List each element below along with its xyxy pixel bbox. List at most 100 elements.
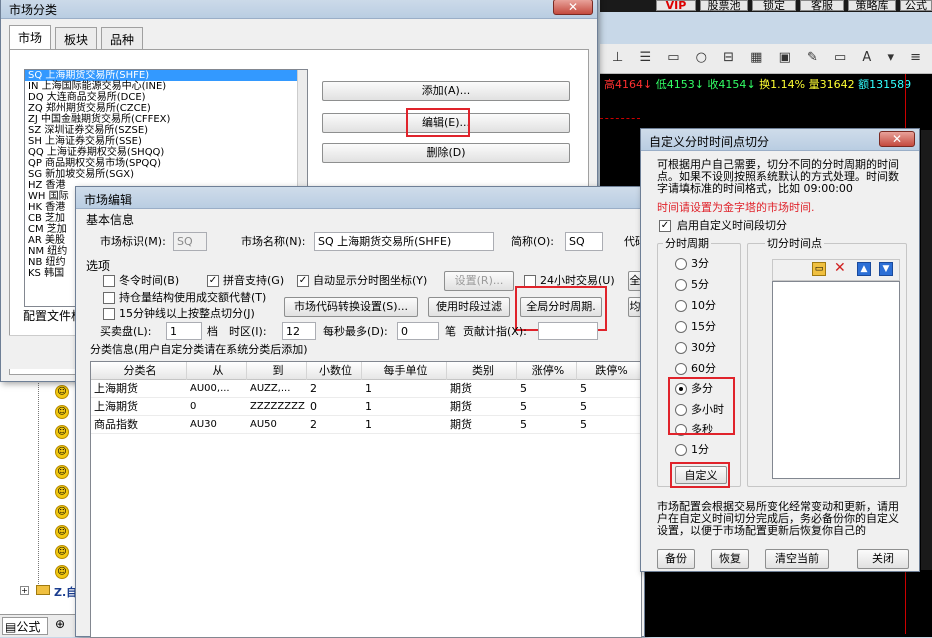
radio-10min-label: 10分: [691, 299, 716, 312]
abbr-field[interactable]: SQ: [565, 232, 603, 251]
cell: 5: [520, 418, 527, 431]
formula-tab[interactable]: ▤公式: [2, 617, 48, 635]
vip-button[interactable]: VIP: [656, 0, 696, 11]
period-group-title: 分时周期: [663, 237, 711, 250]
enable-checkbox[interactable]: ✓: [659, 220, 671, 232]
radio-1min[interactable]: [675, 444, 687, 456]
description: 可根据用户自己需要，切分不同的分时周期的时间点。如果不设则按照系统默认的方式处理…: [657, 158, 899, 195]
tab-market[interactable]: 市场: [9, 25, 52, 49]
list-item[interactable]: SZ 深圳证券交易所(SZSE): [25, 125, 307, 136]
summer-time-checkbox[interactable]: [103, 275, 115, 287]
buy-sell-label: 买卖盘(L):: [100, 325, 152, 338]
move-down-icon[interactable]: ▼: [879, 262, 893, 276]
tab-sector[interactable]: 板块: [55, 27, 98, 49]
close-icon[interactable]: ✕: [879, 131, 915, 147]
cell: 1: [365, 418, 372, 431]
list-item[interactable]: QQ 上海证券期权交易(SHQQ): [25, 147, 307, 158]
ticker-volume: 量31642: [808, 78, 855, 91]
category-table[interactable]: 分类名 从 到 小数位 每手单位 类别 涨停% 跌停% 上海期货 AU00,..…: [90, 361, 642, 638]
delete-icon[interactable]: ✕: [834, 261, 846, 275]
tz-field[interactable]: 12: [282, 322, 316, 340]
contrib-label: 贡献计指(X):: [463, 325, 527, 338]
ticker-close: 收4154: [707, 78, 747, 91]
cell: 5: [580, 400, 587, 413]
radio-10min[interactable]: [675, 300, 687, 312]
list-item[interactable]: IN 上海国际能源交易中心(INE): [25, 81, 307, 92]
list-item[interactable]: DQ 大连商品交易所(DCE): [25, 92, 307, 103]
clear-current-button[interactable]: 清空当前: [765, 549, 829, 569]
enable-label: 启用自定义时间段切分: [677, 219, 787, 232]
backup-button[interactable]: 备份: [657, 549, 695, 569]
close-icon[interactable]: ✕: [553, 0, 593, 15]
list-item[interactable]: SG 新加坡交易所(SGX): [25, 169, 307, 180]
edit-highlight: [406, 108, 470, 137]
cell: 0: [310, 400, 317, 413]
tree-item-label[interactable]: Z.自: [54, 584, 77, 600]
custom-split-title-text: 自定义分时时间点切分: [649, 135, 770, 149]
cell: 期货: [450, 382, 472, 395]
period-filter-button[interactable]: 使用时段过滤: [428, 297, 510, 317]
buy-sell-field[interactable]: 1: [166, 322, 202, 340]
smiley-icon: ☺: [55, 545, 69, 559]
stock-pool-button[interactable]: 股票池: [700, 0, 748, 11]
hold-volume-checkbox[interactable]: [103, 292, 115, 304]
contrib-field[interactable]: [538, 322, 598, 340]
settings-button[interactable]: 设置(R)...: [444, 271, 514, 291]
list-item[interactable]: QP 商品期权交易市场(SPQQ): [25, 158, 307, 169]
category-info-label: 分类信息(用户自定分类请在系统分类后添加): [90, 343, 308, 356]
close-button[interactable]: 关闭: [857, 549, 909, 569]
code-convert-button[interactable]: 市场代码转换设置(S)...: [284, 297, 418, 317]
ticker-high: 高4164: [604, 78, 643, 91]
list-item[interactable]: SH 上海证券交易所(SSE): [25, 136, 307, 147]
restore-button[interactable]: 恢复: [711, 549, 749, 569]
right-scrollbar[interactable]: [921, 130, 932, 570]
ticker-turnover: 换1.14%: [759, 78, 806, 91]
drawing-tools-icons[interactable]: ⊥ ☰ ▭ ○ ⊟ ▦ ▣ ✎ ▭ A ▾ ≡: [612, 50, 927, 65]
table-row[interactable]: 上海期货 AU00,... AUZZ,... 2 1 期货 5 5: [91, 380, 641, 398]
tab-variety[interactable]: 品种: [101, 27, 144, 49]
formula-top-button[interactable]: 公式: [900, 0, 932, 11]
cell: 2: [310, 382, 317, 395]
col-header-limit-down[interactable]: 跌停%: [577, 362, 641, 380]
col-header-limit-up[interactable]: 涨停%: [517, 362, 577, 380]
add-button[interactable]: 添加(A)...: [322, 81, 570, 101]
move-up-icon[interactable]: ▲: [857, 262, 871, 276]
service-button[interactable]: 客服: [800, 0, 844, 11]
auto-axis-checkbox[interactable]: ✓: [297, 275, 309, 287]
list-item[interactable]: ZJ 中国金融期货交易所(CFFEX): [25, 114, 307, 125]
col-header-type[interactable]: 类别: [447, 362, 517, 380]
strategy-button[interactable]: 策略库: [848, 0, 896, 11]
col-header-decimals[interactable]: 小数位: [307, 362, 362, 380]
cell: 期货: [450, 400, 472, 413]
radio-15min[interactable]: [675, 321, 687, 333]
market-edit-dialog: 市场编辑 基本信息 市场标识(M): SQ 市场名称(N): SQ 上海期货交易…: [75, 186, 646, 638]
cell: 5: [580, 418, 587, 431]
smiley-icon: ☺: [55, 385, 69, 399]
min15-checkbox[interactable]: [103, 308, 115, 320]
max-per-sec-field[interactable]: 0: [397, 322, 439, 340]
tab-arrow-icon[interactable]: ⊕: [55, 617, 65, 631]
radio-3min[interactable]: [675, 258, 687, 270]
table-row[interactable]: 商品指数 AU30 AU50 2 1 期货 5 5: [91, 416, 641, 434]
pinyin-checkbox[interactable]: ✓: [207, 275, 219, 287]
delete-button[interactable]: 删除(D): [322, 143, 570, 163]
list-item[interactable]: SQ 上海期货交易所(SHFE): [25, 70, 307, 81]
radio-60min[interactable]: [675, 363, 687, 375]
radio-5min[interactable]: [675, 279, 687, 291]
col-header-lot-unit[interactable]: 每手单位: [362, 362, 447, 380]
new-folder-icon[interactable]: ▭: [812, 262, 826, 276]
table-row[interactable]: 上海期货 0 ZZZZZZZZ 0 1 期货 5 5: [91, 398, 641, 416]
custom-split-dialog: 自定义分时时间点切分 ✕ 可根据用户自己需要，切分不同的分时周期的时间点。如果不…: [640, 128, 920, 572]
market-name-label: 市场名称(N):: [241, 235, 306, 248]
tree-expand-icon[interactable]: +: [20, 586, 29, 595]
market-id-field[interactable]: SQ: [173, 232, 207, 251]
list-item[interactable]: ZQ 郑州期货交易所(CZCE): [25, 103, 307, 114]
market-name-field[interactable]: SQ 上海期货交易所(SHFE): [314, 232, 494, 251]
lock-button[interactable]: 锁定: [752, 0, 796, 11]
col-header-name[interactable]: 分类名: [91, 362, 187, 380]
radio-30min[interactable]: [675, 342, 687, 354]
col-header-to[interactable]: 到: [247, 362, 307, 380]
points-list[interactable]: [772, 281, 900, 479]
col-header-from[interactable]: 从: [187, 362, 247, 380]
abbr-label: 简称(O):: [511, 235, 554, 248]
